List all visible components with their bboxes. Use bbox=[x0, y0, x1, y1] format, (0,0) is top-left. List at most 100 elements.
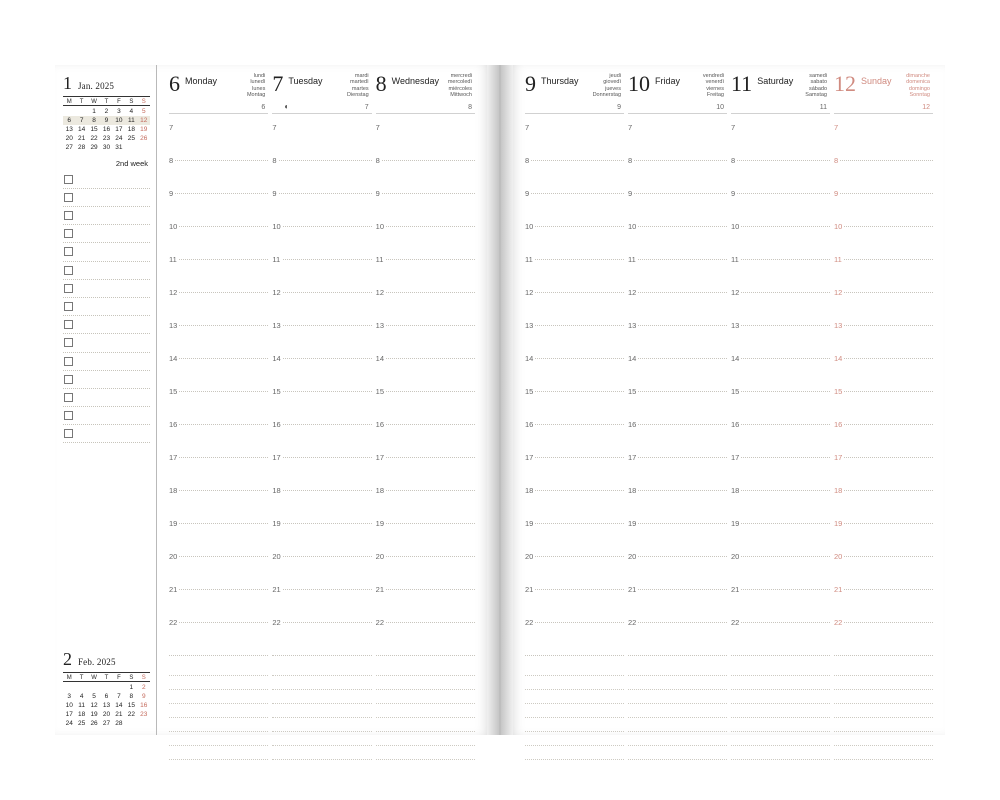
day-ordinal: 7 bbox=[365, 104, 369, 111]
checkbox-icon[interactable] bbox=[64, 357, 73, 366]
day-header: 12 Sunday dimanchedomenicadomingoSonntag 12 bbox=[834, 73, 933, 114]
day-column: 12SundaydimanchedomenicadomingoSonntag12… bbox=[832, 73, 935, 727]
day-header: 6 Monday lundilunedìlunesMontag 6 bbox=[169, 73, 268, 114]
checkbox-icon[interactable] bbox=[64, 320, 73, 329]
todo-row[interactable] bbox=[63, 225, 150, 243]
notes-area[interactable] bbox=[731, 656, 830, 760]
checkbox-icon[interactable] bbox=[64, 393, 73, 402]
days-left: 6 Monday lundilunedìlunesMontag 6 7891011121… bbox=[157, 65, 487, 735]
todo-list bbox=[63, 171, 150, 444]
checkbox-icon[interactable] bbox=[64, 247, 73, 256]
checkbox-icon[interactable] bbox=[64, 229, 73, 238]
spread: 1Jan. 2025MTWTFSS12345678910111213141516… bbox=[55, 65, 945, 735]
checkbox-icon[interactable] bbox=[64, 175, 73, 184]
day-ordinal: 8 bbox=[468, 104, 472, 111]
mini-calendar-jan: 1 Jan. 2025 MTWTFSS12345678910111213141516… bbox=[63, 73, 150, 153]
hour-grid[interactable]: 78910111213141516171819202122 bbox=[272, 114, 371, 656]
day-number: 9 bbox=[525, 73, 536, 95]
day-name: Friday bbox=[655, 76, 680, 86]
todo-row[interactable] bbox=[63, 207, 150, 225]
notes-area[interactable] bbox=[169, 656, 268, 760]
day-name: Sunday bbox=[861, 76, 892, 86]
day-name: Wednesday bbox=[392, 76, 439, 86]
checkbox-icon[interactable] bbox=[64, 375, 73, 384]
notes-area[interactable] bbox=[272, 656, 371, 760]
day-ordinal: 10 bbox=[716, 104, 724, 111]
day-langs: vendredivenerdìviernesFreitag bbox=[703, 73, 724, 98]
day-name: Tuesday bbox=[288, 76, 322, 86]
checkbox-icon[interactable] bbox=[64, 411, 73, 420]
left-page: 1Jan. 2025MTWTFSS12345678910111213141516… bbox=[55, 65, 487, 735]
notes-area[interactable] bbox=[525, 656, 624, 760]
mini-dow-row: MTWTFSS bbox=[63, 96, 150, 106]
todo-row[interactable] bbox=[63, 334, 150, 352]
day-number: 11 bbox=[731, 73, 752, 95]
day-langs: mercredimercoledìmiércolesMittwoch bbox=[448, 73, 472, 98]
day-ordinal: 6 bbox=[261, 104, 265, 111]
day-ordinal: 9 bbox=[617, 104, 621, 111]
mini-grid: 1234567891011121314151617181920212223242… bbox=[63, 683, 150, 729]
day-ordinal: 12 bbox=[922, 104, 930, 111]
mini-grid: 1234567891011121314151617181920212223242… bbox=[63, 107, 150, 153]
checkbox-icon[interactable] bbox=[64, 211, 73, 220]
day-name: Monday bbox=[185, 76, 217, 86]
todo-row[interactable] bbox=[63, 389, 150, 407]
mini-month-number: 2 bbox=[63, 649, 72, 670]
checkbox-icon[interactable] bbox=[64, 429, 73, 438]
day-number: 8 bbox=[376, 73, 387, 95]
day-header: 8 Wednesday mercredimercoledìmiércolesMitt… bbox=[376, 73, 475, 114]
hour-grid[interactable]: 78910111213141516171819202122 bbox=[834, 114, 933, 656]
moon-phase-icon: ◐ bbox=[284, 102, 289, 111]
checkbox-icon[interactable] bbox=[64, 338, 73, 347]
right-page: 9ThursdayjeudigiovedìjuevesDonnerstag978… bbox=[513, 65, 945, 735]
todo-row[interactable] bbox=[63, 371, 150, 389]
checkbox-icon[interactable] bbox=[64, 266, 73, 275]
day-column: 9ThursdayjeudigiovedìjuevesDonnerstag978… bbox=[523, 73, 626, 727]
todo-row[interactable] bbox=[63, 425, 150, 443]
mini-month-label: Jan. 2025 bbox=[78, 81, 114, 91]
notes-area[interactable] bbox=[628, 656, 727, 760]
todo-row[interactable] bbox=[63, 298, 150, 316]
checkbox-icon[interactable] bbox=[64, 193, 73, 202]
week-label: 2nd week bbox=[63, 159, 148, 168]
day-langs: lundilunedìlunesMontag bbox=[247, 73, 265, 98]
hour-grid[interactable]: 78910111213141516171819202122 bbox=[525, 114, 624, 656]
notes-area[interactable] bbox=[834, 656, 933, 760]
day-number: 7 bbox=[272, 73, 283, 95]
todo-row[interactable] bbox=[63, 353, 150, 371]
hour-grid[interactable]: 78910111213141516171819202122 bbox=[376, 114, 475, 656]
day-column: 10 Friday vendredivenerdìviernesFreitag 10 7… bbox=[626, 73, 729, 727]
day-langs: mardimartedìmartesDienstag bbox=[347, 73, 369, 98]
hour-grid[interactable]: 78910111213141516171819202122 bbox=[731, 114, 830, 656]
notes-area[interactable] bbox=[376, 656, 475, 760]
todo-row[interactable] bbox=[63, 189, 150, 207]
todo-row[interactable] bbox=[63, 262, 150, 280]
day-langs: dimanchedomenicadomingoSonntag bbox=[906, 73, 930, 98]
day-column: 7TuesdaymardimartedìmartesDienstag◐77891… bbox=[270, 73, 373, 727]
hour-grid[interactable]: 78910111213141516171819202122 bbox=[628, 114, 727, 656]
mini-month-label: Feb. 2025 bbox=[78, 657, 116, 667]
day-ordinal: 11 bbox=[820, 104, 827, 111]
day-langs: samedisabatosábadoSamstag bbox=[805, 73, 827, 98]
day-number: 6 bbox=[169, 73, 180, 95]
day-header: 7TuesdaymardimartedìmartesDienstag◐7 bbox=[272, 73, 371, 114]
hour-grid[interactable]: 78910111213141516171819202122 bbox=[169, 114, 268, 656]
day-langs: jeudigiovedìjuevesDonnerstag bbox=[593, 73, 621, 98]
todo-row[interactable] bbox=[63, 407, 150, 425]
checkbox-icon[interactable] bbox=[64, 284, 73, 293]
todo-row[interactable] bbox=[63, 171, 150, 189]
todo-row[interactable] bbox=[63, 243, 150, 261]
day-header: 11 Saturday samedisabatosábadoSamstag 11 bbox=[731, 73, 830, 114]
checkbox-icon[interactable] bbox=[64, 302, 73, 311]
sidebar-top: 1 Jan. 2025 MTWTFSS12345678910111213141516… bbox=[63, 73, 150, 443]
todo-row[interactable] bbox=[63, 316, 150, 334]
day-name: Saturday bbox=[757, 76, 793, 86]
todo-row[interactable] bbox=[63, 280, 150, 298]
day-number: 10 bbox=[628, 73, 650, 95]
day-number: 12 bbox=[834, 73, 856, 95]
day-header: 10 Friday vendredivenerdìviernesFreitag 10 bbox=[628, 73, 727, 114]
sidebar: 1Jan. 2025MTWTFSS12345678910111213141516… bbox=[55, 65, 157, 735]
days-right: 9ThursdayjeudigiovedìjuevesDonnerstag978… bbox=[513, 65, 945, 735]
mini-month-number: 1 bbox=[63, 73, 72, 94]
book-spine bbox=[487, 65, 513, 735]
